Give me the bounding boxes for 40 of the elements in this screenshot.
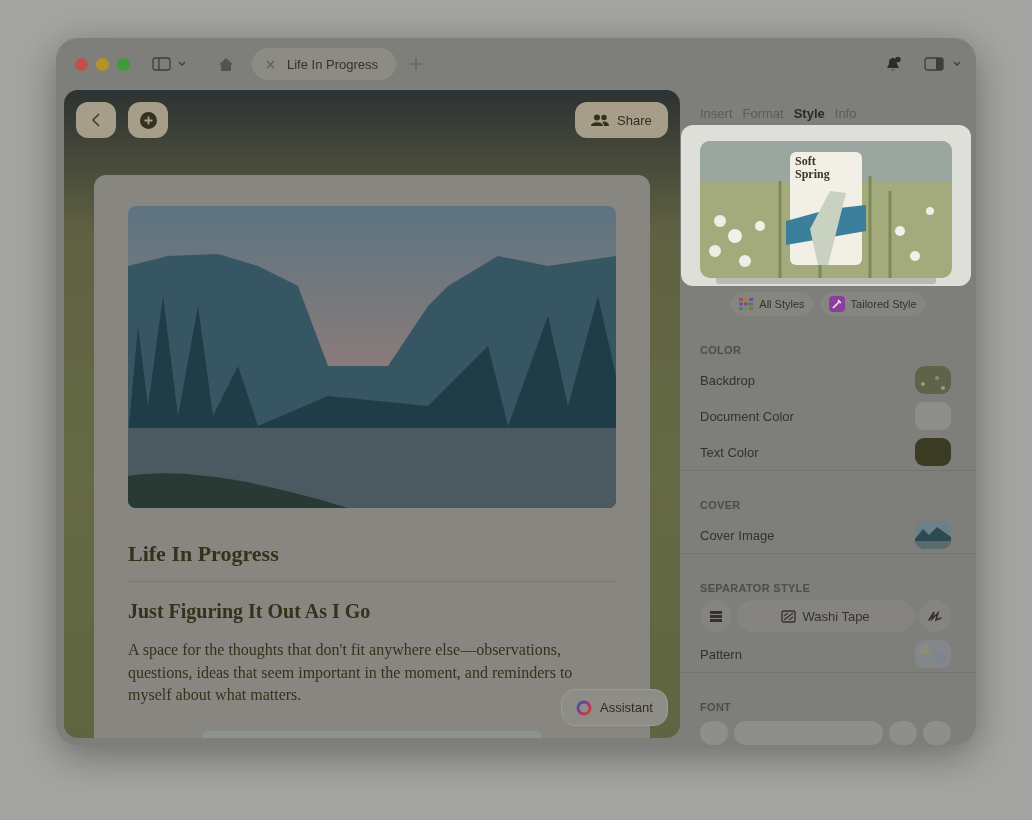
close-button[interactable] [75, 57, 88, 71]
share-button[interactable]: Share [575, 102, 668, 138]
style-button[interactable]: Tailored Style [820, 292, 925, 316]
inspector-toggle-icon[interactable] [924, 57, 962, 71]
grid-icon [739, 298, 754, 310]
separator-option[interactable] [919, 600, 951, 632]
setting-label: Text Color [700, 444, 759, 460]
tape-icon [781, 609, 797, 623]
back-button[interactable] [76, 102, 116, 138]
plus-circle-icon [139, 111, 157, 129]
style-preview-card[interactable]: Soft Spring [681, 125, 971, 286]
close-icon[interactable] [266, 59, 275, 69]
minimize-button[interactable] [96, 57, 109, 71]
inspector-tab[interactable]: Style [793, 104, 825, 122]
pattern-thumbnail[interactable] [915, 640, 951, 668]
assistant-button[interactable]: Assistant [561, 689, 668, 726]
setting-label: Document Color [700, 408, 794, 424]
setting-label: Backdrop [700, 372, 755, 388]
add-button[interactable] [128, 102, 168, 138]
home-icon[interactable] [218, 56, 234, 72]
setting-label: Pattern [700, 646, 742, 662]
section-heading: Just Figuring It Out As I Go [128, 600, 372, 623]
document-title: Life In Progress [128, 541, 280, 567]
back-icon [92, 113, 100, 127]
style-button[interactable]: All Styles [731, 292, 813, 316]
style-name: Soft Spring [795, 155, 831, 181]
backdrop-thumbnail[interactable] [915, 366, 951, 394]
scribble-icon [928, 610, 942, 622]
cover-thumbnail[interactable] [915, 521, 951, 549]
separator-option[interactable]: Washi Tape [737, 600, 914, 632]
separator-option[interactable] [700, 600, 732, 632]
people-icon [591, 114, 609, 126]
setting-label: Cover Image [700, 527, 775, 543]
sidebar-toggle-icon[interactable] [152, 57, 186, 71]
new-tab-icon[interactable] [410, 58, 423, 70]
lines-icon [710, 610, 722, 622]
zoom-button[interactable] [117, 57, 130, 71]
color-swatch[interactable] [915, 438, 951, 466]
document-tab[interactable]: Life In Progress [252, 48, 397, 80]
ring-icon [576, 699, 592, 716]
